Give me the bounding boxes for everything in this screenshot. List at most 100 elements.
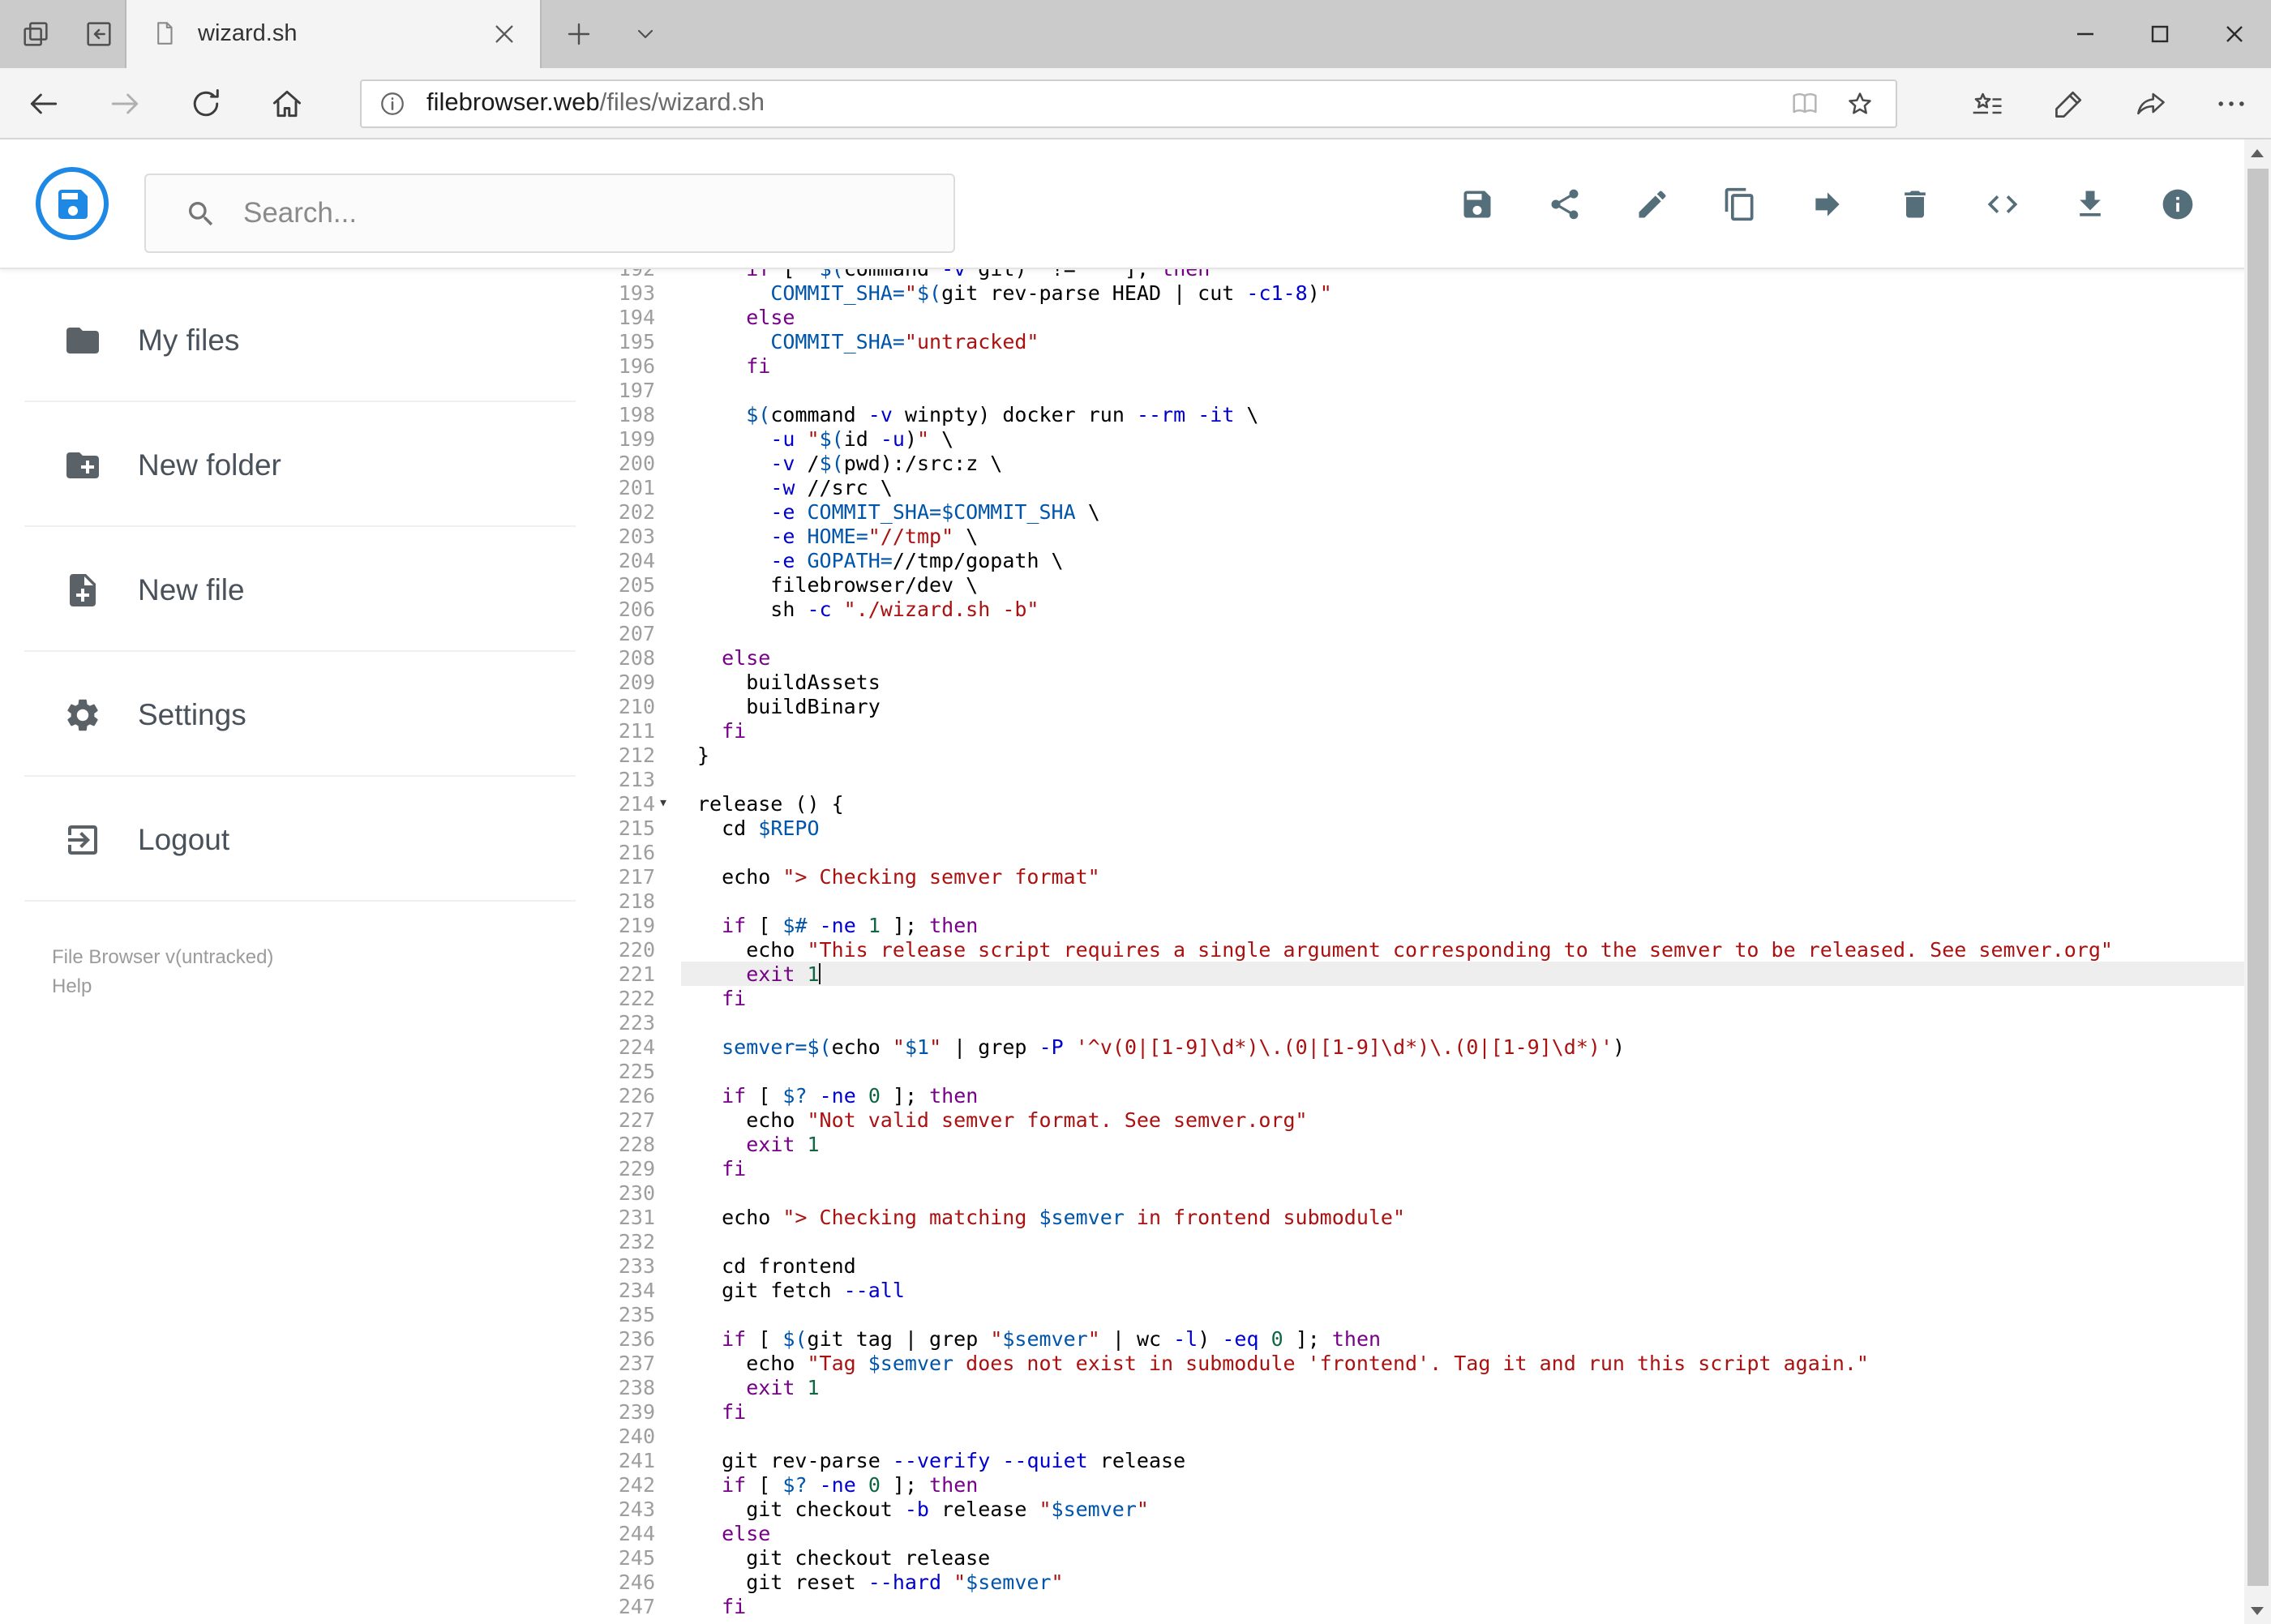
code-line-226[interactable]: 226 if [ $? -ne 0 ]; then: [600, 1082, 2244, 1107]
code-line-242[interactable]: 242 if [ $? -ne 0 ]; then: [600, 1472, 2244, 1496]
code-line-199[interactable]: 199 -u "$(id -u)" \: [600, 426, 2244, 450]
code-line-205[interactable]: 205 filebrowser/dev \: [600, 572, 2244, 596]
scrollbar-thumb[interactable]: [2247, 169, 2269, 1585]
window-maximize-button[interactable]: [2122, 0, 2196, 68]
code-line-207[interactable]: 207: [600, 620, 2244, 645]
code-line-235[interactable]: 235: [600, 1301, 2244, 1326]
code-line-198[interactable]: 198 $(command -v winpty) docker run --rm…: [600, 401, 2244, 426]
sidebar-item-new-file[interactable]: New file: [0, 527, 600, 652]
code-line-239[interactable]: 239 fi: [600, 1399, 2244, 1423]
tab-list-chevron-icon[interactable]: [632, 21, 658, 47]
code-line-234[interactable]: 234 git fetch --all: [600, 1277, 2244, 1301]
code-line-209[interactable]: 209 buildAssets: [600, 669, 2244, 693]
tab-preview-icon[interactable]: [19, 18, 52, 50]
code-line-203[interactable]: 203 -e HOME="//tmp" \: [600, 523, 2244, 547]
new-tab-button[interactable]: [564, 19, 593, 49]
copy-button[interactable]: [1721, 186, 1757, 221]
code-line-215[interactable]: 215 cd $REPO: [600, 815, 2244, 839]
sidebar-item-my-files[interactable]: My files: [0, 277, 600, 402]
code-line-206[interactable]: 206 sh -c "./wizard.sh -b": [600, 596, 2244, 620]
scroll-up-arrow[interactable]: [2244, 139, 2271, 165]
search-box[interactable]: [144, 174, 955, 253]
edit-button[interactable]: [1634, 186, 1669, 221]
delete-button[interactable]: [1896, 186, 1932, 221]
back-button[interactable]: [26, 86, 62, 122]
site-info-icon[interactable]: [378, 89, 407, 118]
code-line-233[interactable]: 233 cd frontend: [600, 1253, 2244, 1277]
code-line-245[interactable]: 245 git checkout release: [600, 1545, 2244, 1569]
code-line-197[interactable]: 197: [600, 377, 2244, 401]
code-line-218[interactable]: 218: [600, 888, 2244, 912]
refresh-button[interactable]: [188, 86, 224, 122]
help-link[interactable]: Help: [52, 971, 273, 1001]
code-line-223[interactable]: 223: [600, 1009, 2244, 1034]
code-line-238[interactable]: 238 exit 1: [600, 1374, 2244, 1399]
code-line-246[interactable]: 246 git reset --hard "$semver": [600, 1569, 2244, 1593]
code-line-201[interactable]: 201 -w //src \: [600, 474, 2244, 499]
code-line-240[interactable]: 240: [600, 1423, 2244, 1447]
code-line-195[interactable]: 195 COMMIT_SHA="untracked": [600, 328, 2244, 353]
code-line-224[interactable]: 224 semver=$(echo "$1" | grep -P '^v(0|[…: [600, 1034, 2244, 1058]
code-line-231[interactable]: 231 echo "> Checking matching $semver in…: [600, 1204, 2244, 1228]
sidebar-item-settings[interactable]: Settings: [0, 652, 600, 777]
code-line-216[interactable]: 216: [600, 839, 2244, 863]
code-button[interactable]: [1984, 186, 2020, 221]
info-button[interactable]: [2159, 186, 2195, 221]
code-line-219[interactable]: 219 if [ $# -ne 1 ]; then: [600, 912, 2244, 936]
code-line-227[interactable]: 227 echo "Not valid semver format. See s…: [600, 1107, 2244, 1131]
code-line-202[interactable]: 202 -e COMMIT_SHA=$COMMIT_SHA \: [600, 499, 2244, 523]
code-line-212[interactable]: 212}: [600, 742, 2244, 766]
code-line-225[interactable]: 225: [600, 1058, 2244, 1082]
tab-close-icon[interactable]: [491, 21, 517, 47]
move-button[interactable]: [1809, 186, 1845, 221]
download-button[interactable]: [2072, 186, 2107, 221]
code-line-208[interactable]: 208 else: [600, 645, 2244, 669]
web-notes-pen-icon[interactable]: [2050, 86, 2086, 122]
code-line-210[interactable]: 210 buildBinary: [600, 693, 2244, 718]
favorites-hub-icon[interactable]: [1969, 86, 2005, 122]
code-editor[interactable]: 192 if [ "$(command -v git)" != "" ]; th…: [600, 268, 2244, 1624]
code-line-214[interactable]: 214 ▾ release () {: [600, 791, 2244, 815]
code-line-211[interactable]: 211 fi: [600, 718, 2244, 742]
reading-view-icon[interactable]: [1789, 88, 1821, 120]
code-line-213[interactable]: 213: [600, 766, 2244, 791]
save-button[interactable]: [1459, 186, 1494, 221]
address-bar[interactable]: filebrowser.web/files/wizard.sh: [360, 79, 1897, 128]
vertical-scrollbar[interactable]: [2244, 139, 2271, 1624]
code-line-230[interactable]: 230: [600, 1180, 2244, 1204]
code-line-229[interactable]: 229 fi: [600, 1155, 2244, 1180]
sidebar-item-logout[interactable]: Logout: [0, 777, 600, 902]
code-line-200[interactable]: 200 -v /$(pwd):/src:z \: [600, 450, 2244, 474]
share-button[interactable]: [1546, 186, 1582, 221]
set-tabs-aside-icon[interactable]: [83, 18, 115, 50]
forward-button[interactable]: [107, 86, 143, 122]
code-line-221[interactable]: 221 exit 1: [600, 961, 2244, 985]
code-line-220[interactable]: 220 echo "This release script requires a…: [600, 936, 2244, 961]
code-line-204[interactable]: 204 -e GOPATH=//tmp/gopath \: [600, 547, 2244, 572]
code-line-228[interactable]: 228 exit 1: [600, 1131, 2244, 1155]
search-input[interactable]: [240, 195, 895, 232]
window-close-button[interactable]: [2196, 0, 2271, 68]
code-line-222[interactable]: 222 fi: [600, 985, 2244, 1009]
favorite-star-icon[interactable]: [1844, 88, 1876, 120]
code-line-244[interactable]: 244 else: [600, 1520, 2244, 1545]
code-line-241[interactable]: 241 git rev-parse --verify --quiet relea…: [600, 1447, 2244, 1472]
more-menu-icon[interactable]: [2213, 86, 2248, 122]
code-line-196[interactable]: 196 fi: [600, 353, 2244, 377]
code-line-232[interactable]: 232: [600, 1228, 2244, 1253]
code-line-243[interactable]: 243 git checkout -b release "$semver": [600, 1496, 2244, 1520]
code-line-192[interactable]: 192 if [ "$(command -v git)" != "" ]; th…: [600, 268, 2244, 280]
scroll-down-arrow[interactable]: [2244, 1598, 2271, 1624]
code-line-194[interactable]: 194 else: [600, 304, 2244, 328]
code-line-247[interactable]: 247 fi: [600, 1593, 2244, 1618]
fold-arrow-icon[interactable]: ▾: [658, 792, 668, 813]
home-button[interactable]: [269, 86, 305, 122]
code-line-193[interactable]: 193 COMMIT_SHA="$(git rev-parse HEAD | c…: [600, 280, 2244, 304]
window-minimize-button[interactable]: [2047, 0, 2122, 68]
sidebar-item-new-folder[interactable]: New folder: [0, 402, 600, 527]
browser-tab-active[interactable]: wizard.sh: [125, 0, 542, 68]
code-line-236[interactable]: 236 if [ $(git tag | grep "$semver" | wc…: [600, 1326, 2244, 1350]
code-line-217[interactable]: 217 echo "> Checking semver format": [600, 863, 2244, 888]
share-page-icon[interactable]: [2132, 86, 2167, 122]
code-line-237[interactable]: 237 echo "Tag $semver does not exist in …: [600, 1350, 2244, 1374]
